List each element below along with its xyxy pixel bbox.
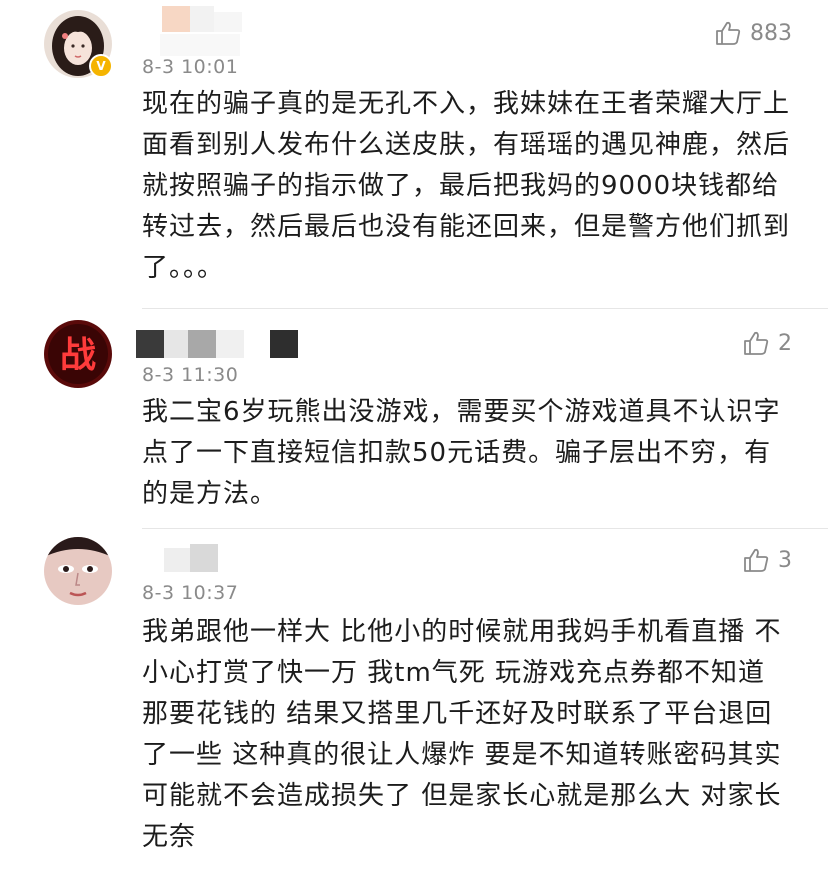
like-button[interactable]: 883	[714, 18, 792, 48]
thumbs-up-icon	[744, 548, 769, 572]
like-button[interactable]: 3	[742, 545, 792, 575]
thumbs-up-icon	[744, 331, 769, 355]
comment-1: V 8-3 10:01 883 现在的骗子真的是无孔不入，我妹妹在王者荣耀大厅上…	[0, 0, 828, 310]
comment-divider	[142, 308, 828, 309]
thumbs-up-icon	[716, 21, 741, 45]
like-count: 883	[750, 20, 792, 46]
like-count: 2	[778, 330, 792, 356]
comment-text: 我弟跟他一样大 比他小的时候就用我妈手机看直播 不小心打赏了快一万 我tm气死 …	[142, 617, 782, 852]
verified-badge-icon: V	[89, 54, 113, 78]
comment-text: 我二宝6岁玩熊出没游戏，需要买个游戏道具不认识字点了一下直接短信扣款50元话费。…	[142, 397, 781, 509]
avatar-logo-image: 战	[44, 320, 112, 388]
like-button[interactable]: 2	[742, 328, 792, 358]
user-avatar[interactable]	[44, 537, 112, 605]
comment-time: 8-3 10:37	[142, 582, 239, 604]
like-count: 3	[778, 547, 792, 573]
comment-divider	[142, 528, 828, 529]
avatar-glyph: 战	[60, 335, 96, 376]
comment-time: 8-3 11:30	[142, 364, 239, 386]
comment-time: 8-3 10:01	[142, 56, 239, 78]
comment-text: 现在的骗子真的是无孔不入，我妹妹在王者荣耀大厅上面看到别人发布什么送皮肤，有瑶瑶…	[142, 89, 791, 283]
avatar-face-image	[44, 537, 112, 605]
user-avatar[interactable]: 战	[44, 320, 112, 388]
